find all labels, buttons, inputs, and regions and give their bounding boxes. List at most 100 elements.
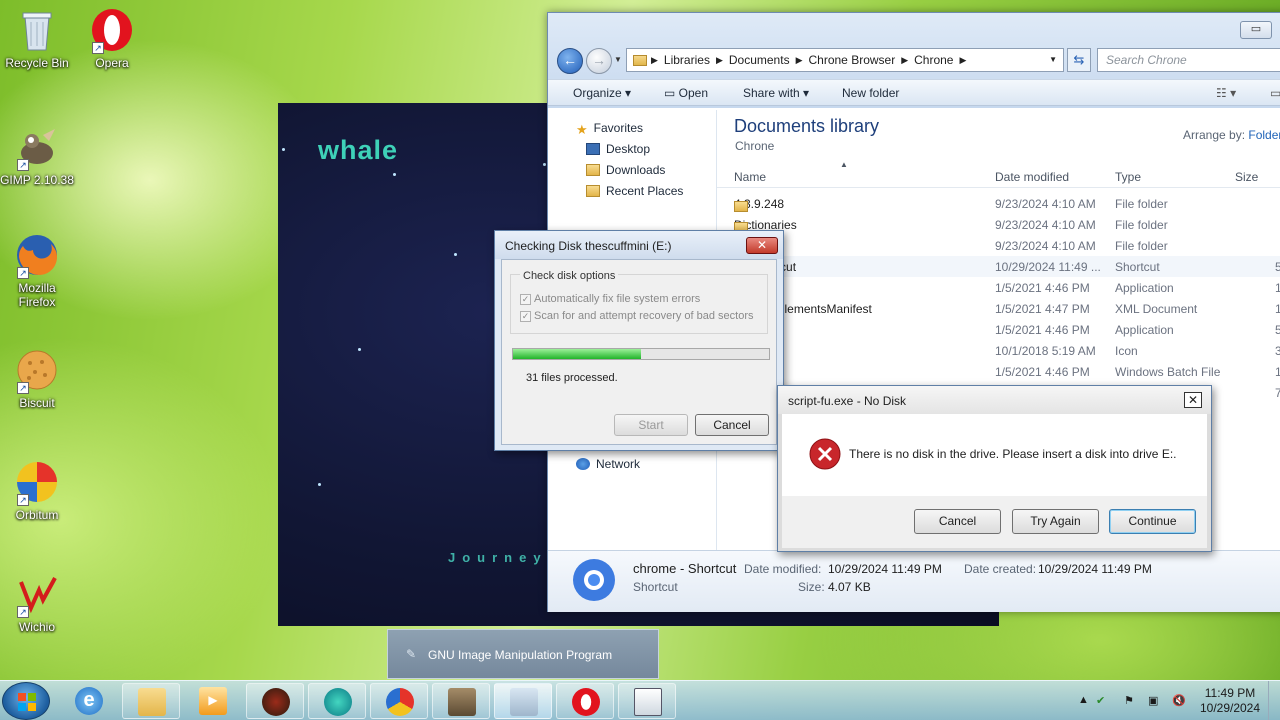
- continue-button[interactable]: Continue: [1109, 509, 1196, 534]
- column-header-type[interactable]: Type: [1115, 170, 1141, 184]
- file-row[interactable]: e10/1/2018 5:19 AMIcon31: [727, 340, 1280, 361]
- show-desktop-button[interactable]: [1268, 681, 1280, 720]
- open-button[interactable]: ▭ Open: [664, 86, 708, 100]
- breadcrumb-libraries[interactable]: Libraries: [664, 53, 710, 67]
- taskbar-window[interactable]: [618, 683, 676, 719]
- arrange-by[interactable]: Arrange by: Folder: [1183, 128, 1280, 142]
- desktop-icon-orbitum[interactable]: ↗ Orbitum: [0, 460, 74, 522]
- file-date-text: 9/23/2024 4:10 AM: [995, 197, 1096, 211]
- opera-icon: [572, 688, 600, 716]
- recent-pages-dropdown[interactable]: ▼: [614, 55, 622, 64]
- show-hidden-icons[interactable]: ▲: [1078, 694, 1089, 706]
- taskbar-ie[interactable]: e: [60, 683, 118, 719]
- start-button[interactable]: Start: [614, 414, 688, 436]
- firefox-icon: ↗: [15, 233, 59, 279]
- search-input[interactable]: Search Chrone: [1097, 48, 1280, 72]
- close-button[interactable]: ✕: [746, 237, 778, 254]
- address-bar[interactable]: ▶ Libraries ▶ Documents ▶ Chrone Browser…: [626, 48, 1064, 72]
- view-options-icon[interactable]: ☷ ▾: [1216, 86, 1236, 100]
- file-size-text: 1: [1275, 302, 1280, 316]
- taskbar-orbitum[interactable]: [370, 683, 428, 719]
- nav-recent-places[interactable]: Recent Places: [586, 184, 683, 198]
- file-type: File folder: [1115, 197, 1168, 211]
- network-tray-icon[interactable]: ▣: [1148, 694, 1158, 707]
- breadcrumb-chrone-browser[interactable]: Chrone Browser: [809, 53, 896, 67]
- file-row[interactable]: 4.3.9.248 9/23/2024 4:10 AM File folder: [727, 193, 1280, 214]
- file-row[interactable]: e_proxy1/5/2021 4:46 PMApplication587: [727, 319, 1280, 340]
- desktop-icon-gimp[interactable]: ↗ GIMP 2.10.38: [0, 125, 74, 187]
- taskbar-media[interactable]: ▶: [184, 683, 242, 719]
- forward-button[interactable]: →: [586, 48, 612, 74]
- folder-icon: [633, 54, 647, 66]
- desktop-icon-biscuit[interactable]: ↗ Biscuit: [0, 348, 74, 410]
- file-row[interactable]: Data9/23/2024 4:10 AMFile folder: [727, 235, 1280, 256]
- taskbar-opera[interactable]: [556, 683, 614, 719]
- desktop-icon-wichio[interactable]: ↗ Wichio: [0, 572, 74, 634]
- nav-favorites[interactable]: ★ Favorites: [576, 121, 643, 137]
- star: [282, 148, 285, 151]
- details-pane: chrome - Shortcut Shortcut Date modified…: [548, 550, 1280, 612]
- volume-muted-icon[interactable]: 🔇: [1172, 694, 1186, 707]
- details-size-label: Size:: [798, 580, 825, 594]
- breadcrumb-documents[interactable]: Documents: [729, 53, 790, 67]
- safely-remove-icon[interactable]: ✔: [1096, 694, 1105, 707]
- try-again-button[interactable]: Try Again: [1012, 509, 1099, 534]
- share-with-menu[interactable]: Share with ▾: [743, 86, 809, 100]
- file-row[interactable]: ode1/5/2021 4:46 PMWindows Batch File1: [727, 361, 1280, 382]
- file-row[interactable]: e - Shortcut10/29/2024 11:49 ...Shortcut…: [727, 256, 1280, 277]
- taskbar-app-angry[interactable]: [246, 683, 304, 719]
- desktop-icon-label: Opera: [95, 56, 129, 70]
- start-button[interactable]: [2, 682, 50, 720]
- file-row[interactable]: e1/5/2021 4:46 PMApplication1,701: [727, 277, 1280, 298]
- details-size: 4.07 KB: [828, 580, 871, 594]
- taskbar-explorer[interactable]: [122, 683, 180, 719]
- close-button[interactable]: ✕: [1184, 392, 1202, 408]
- taskbar-whale[interactable]: [308, 683, 366, 719]
- system-clock[interactable]: 11:49 PM 10/29/2024: [1198, 686, 1262, 716]
- arrange-by-label: Arrange by:: [1183, 128, 1246, 142]
- refresh-button[interactable]: ⇆: [1067, 48, 1091, 72]
- column-header-size[interactable]: Size: [1235, 170, 1258, 184]
- desktop-icon-recycle-bin[interactable]: Recycle Bin: [0, 8, 74, 70]
- whale-logo: whale: [318, 135, 399, 165]
- nav-downloads[interactable]: Downloads: [586, 163, 665, 177]
- gimp-taskbar-preview[interactable]: ✎ GNU Image Manipulation Program: [387, 629, 659, 679]
- file-date: 1/5/2021 4:47 PM: [995, 302, 1090, 316]
- file-type: Windows Batch File: [1115, 365, 1220, 379]
- file-size-text: 587: [1275, 323, 1280, 337]
- file-row[interactable]: Dictionaries 9/23/2024 4:10 AM File folder: [727, 214, 1280, 235]
- nav-network[interactable]: Network: [576, 457, 640, 471]
- preview-pane-icon[interactable]: ▭: [1270, 86, 1280, 100]
- chevron-right-icon: ▶: [959, 54, 967, 65]
- file-type-text: Shortcut: [1115, 260, 1160, 274]
- file-type-text: File folder: [1115, 218, 1168, 232]
- nav-desktop-label: Desktop: [606, 142, 651, 156]
- windows-logo-icon: [18, 693, 36, 711]
- file-row[interactable]: e.VisualElementsManifest 1/5/2021 4:47 PM…: [727, 298, 1280, 319]
- breadcrumb-chrone[interactable]: Chrone: [914, 53, 953, 67]
- file-date-text: 1/5/2021 4:47 PM: [995, 302, 1090, 316]
- disk-check-icon: [510, 688, 538, 716]
- desktop-icon-firefox[interactable]: ↗ Mozilla Firefox: [0, 233, 74, 309]
- nav-desktop[interactable]: Desktop: [586, 142, 650, 156]
- file-size: 1: [1275, 302, 1280, 316]
- star: [454, 253, 457, 256]
- minimize-button[interactable]: ▭: [1240, 21, 1272, 39]
- column-header-date-modified[interactable]: Date modified: [995, 170, 1069, 184]
- action-center-flag-icon[interactable]: ⚑: [1124, 694, 1134, 707]
- no-disk-dialog[interactable]: script-fu.exe - No Disk ✕ There is no di…: [777, 385, 1212, 552]
- files-processed-status: 31 files processed.: [526, 372, 618, 384]
- taskbar-gimp[interactable]: [432, 683, 490, 719]
- folder-icon: [138, 688, 166, 716]
- organize-menu[interactable]: Organize ▾: [573, 86, 631, 100]
- chevron-down-icon[interactable]: ▼: [1049, 55, 1057, 64]
- column-header-name[interactable]: Name: [734, 170, 766, 184]
- check-disk-dialog[interactable]: Checking Disk thescuffmini (E:) ✕ Check …: [494, 230, 784, 451]
- cancel-button[interactable]: Cancel: [695, 414, 769, 436]
- back-button[interactable]: ←: [557, 48, 583, 74]
- desktop-icon-opera[interactable]: ↗ Opera: [75, 8, 149, 70]
- new-folder-button[interactable]: New folder: [842, 86, 899, 100]
- no-disk-title: script-fu.exe - No Disk: [778, 386, 1211, 414]
- cancel-button[interactable]: Cancel: [914, 509, 1001, 534]
- taskbar-chkdsk[interactable]: [494, 683, 552, 719]
